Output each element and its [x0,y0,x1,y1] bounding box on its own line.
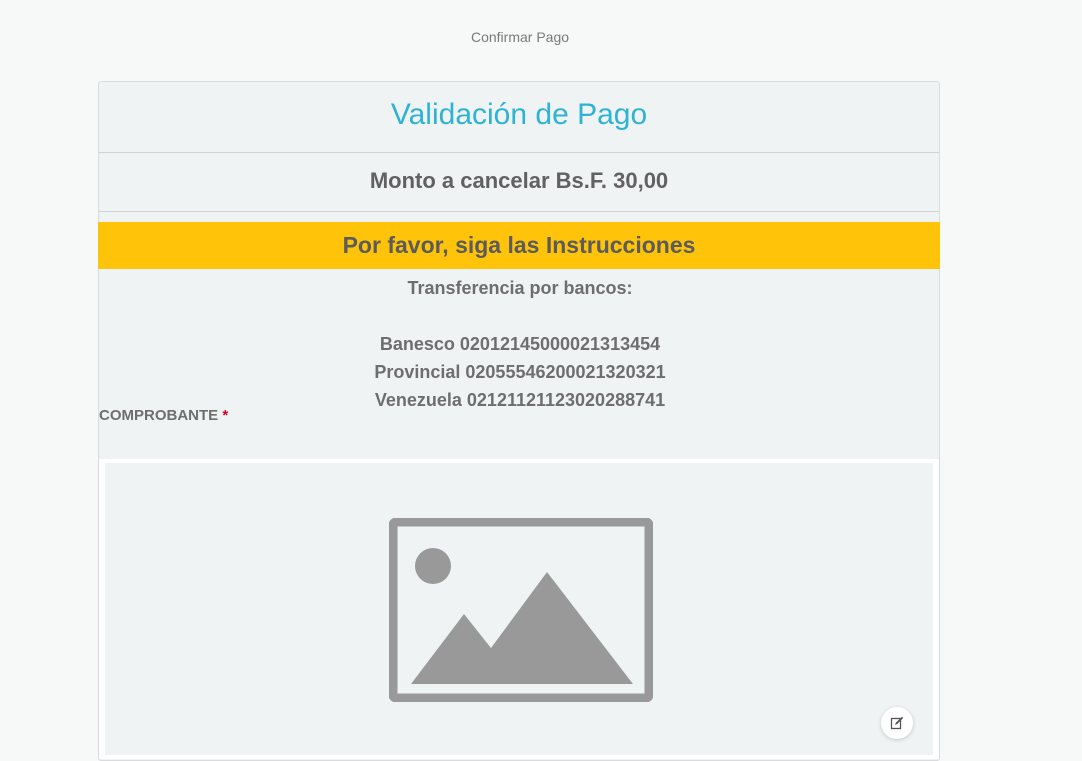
bank-account-banesco: Banesco 02012145000021313454 [379,334,661,354]
image-placeholder-icon [389,518,653,702]
edit-button[interactable] [881,707,913,739]
comprobante-upload[interactable] [99,459,939,759]
instructions-heading: Transferencia por bancos: [407,278,633,298]
bank-account-provincial: Provincial 02055546200021320321 [374,362,666,382]
required-mark: * [222,407,229,424]
bank-instructions: Transferencia por bancos: Banesco 020121… [99,274,941,414]
instructions-banner: Por favor, siga las Instrucciones [98,222,940,269]
upload-area[interactable] [105,463,933,755]
page-title: Validación de Pago [99,82,939,153]
edit-icon [890,716,904,730]
breadcrumb: Confirmar Pago [470,29,570,45]
payment-validation-card: Validación de Pago Monto a cancelar Bs.F… [98,81,940,761]
amount-due: Monto a cancelar Bs.F. 30,00 [99,153,939,212]
comprobante-label: COMPROBANTE * [99,407,228,424]
comprobante-label-text: COMPROBANTE [99,407,219,424]
